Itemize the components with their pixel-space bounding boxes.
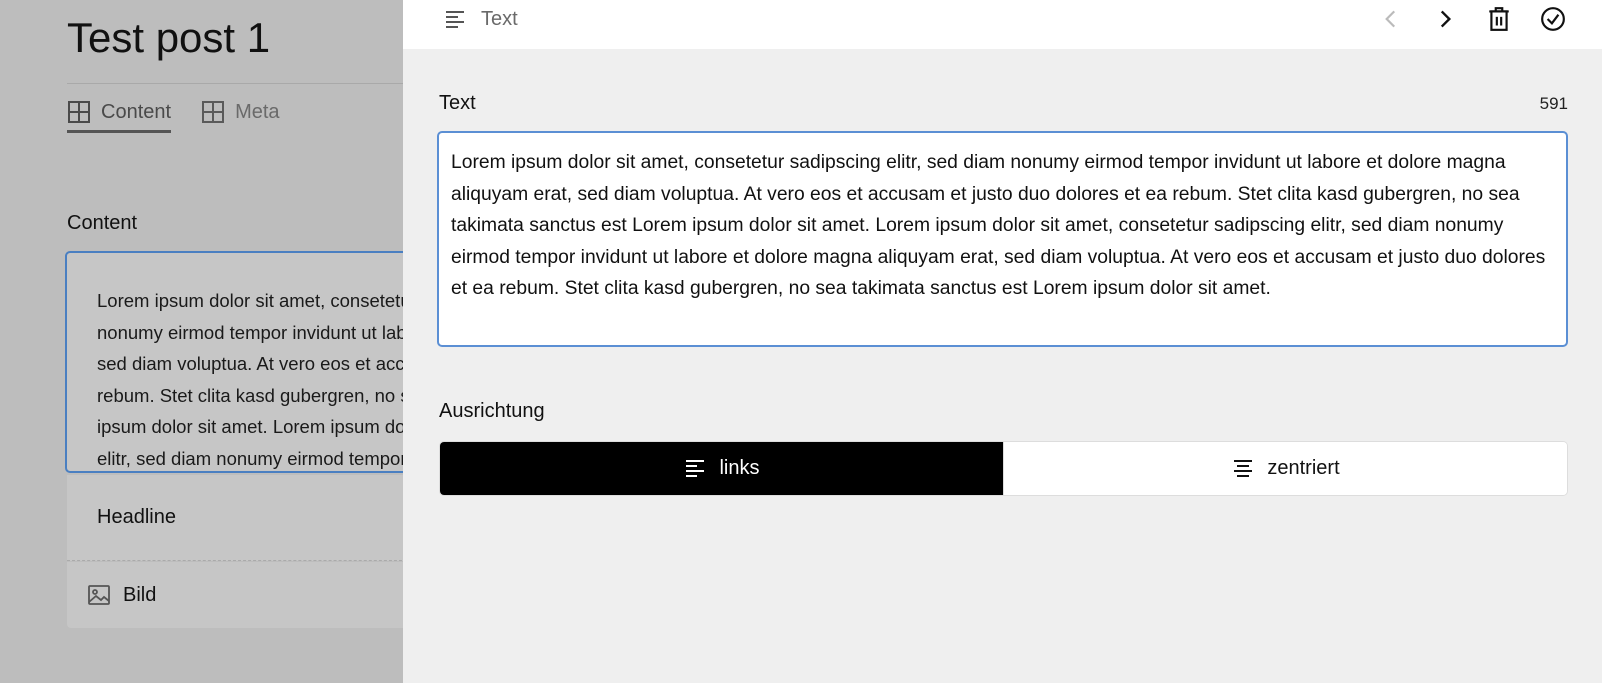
align-center-icon [1234,459,1253,477]
check-circle-icon [1541,7,1565,31]
headline-label: Headline [97,506,176,528]
tab-content[interactable]: Content [67,92,172,133]
page-title: Test post 1 [67,14,271,61]
headline-block[interactable]: Headline [67,475,407,561]
text-block-preview: Lorem ipsum dolor sit amet, consetetur s… [97,290,423,469]
drawer-type-label: Text [481,7,518,30]
title-divider [67,83,407,84]
next-button[interactable] [1432,6,1458,32]
close-confirm-button[interactable] [1540,6,1566,32]
page-tabs: Content Meta [67,92,280,133]
chevron-left-icon [1385,10,1396,28]
trash-icon [1489,7,1509,31]
char-counter: 591 [1539,94,1568,113]
alignment-label: Ausrichtung [439,400,545,422]
image-block[interactable]: Bild [67,562,407,628]
drawer-type: Text [443,7,518,31]
align-left-icon [446,11,464,28]
image-block-label: Bild [123,583,157,606]
content-section-label: Content [67,212,138,234]
grid-icon [202,101,225,123]
alignment-toggle: links zentriert [439,441,1568,496]
align-left-label: links [719,457,760,479]
text-field-label: Text [439,92,476,114]
tab-content-label: Content [101,100,172,123]
delete-button[interactable] [1486,6,1512,32]
drawer-header: Text [403,0,1602,49]
align-left-icon [686,459,705,477]
align-center-label: zentriert [1267,457,1340,479]
block-drawer: Text Text 591 Lorem ipsum dolor sit amet… [403,0,1602,683]
chevron-right-icon [1440,10,1452,28]
text-input[interactable]: Lorem ipsum dolor sit amet, consetetur s… [437,131,1568,347]
prev-button[interactable] [1378,6,1404,32]
align-left-button[interactable]: links [440,442,1003,495]
tab-meta[interactable]: Meta [201,92,280,132]
image-icon [88,585,110,605]
drawer-actions [1378,6,1566,32]
align-center-button[interactable]: zentriert [1003,442,1567,495]
tab-meta-label: Meta [235,100,280,123]
grid-icon [68,101,90,123]
text-block-card[interactable]: Lorem ipsum dolor sit amet, consetetur s… [65,251,425,473]
